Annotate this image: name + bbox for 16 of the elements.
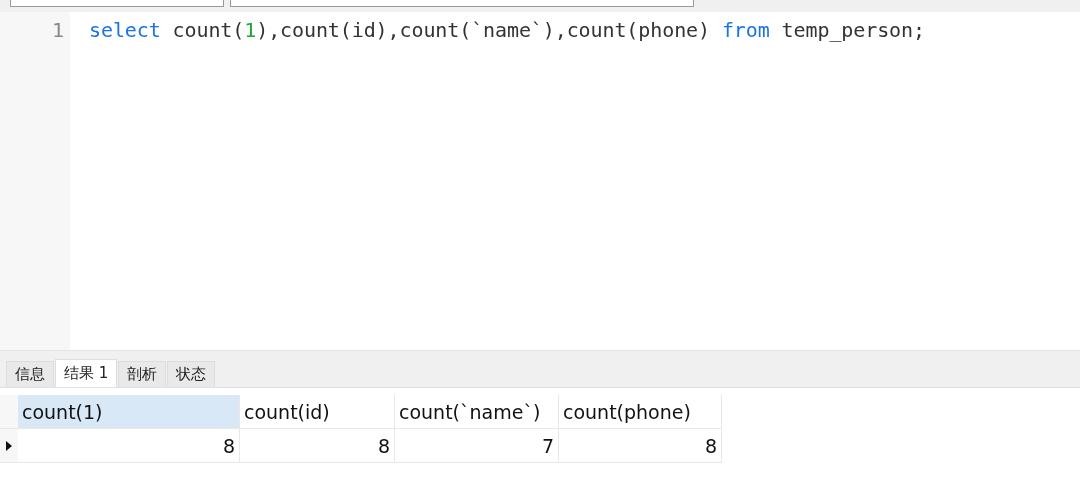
table-cell: 8 [240,429,395,463]
code-line: select count(1),count(id),count(`name`),count(phone) from temp_person; [89,18,925,42]
column-header[interactable]: count(id) [240,395,395,429]
line-number: 1 [50,18,65,42]
result-tab[interactable]: 状态 [167,361,216,387]
column-header[interactable]: count(`name`) [395,395,559,429]
column-header[interactable]: count(phone) [559,395,722,429]
toolbar-field[interactable] [10,0,224,7]
result-tab[interactable]: 信息 [6,361,54,387]
toolbar-field[interactable] [230,0,694,7]
result-tab[interactable]: 结果 1 [55,359,118,387]
table-cell: 8 [559,429,722,463]
result-tab[interactable]: 剖析 [118,361,167,387]
column-header[interactable]: count(1) [18,395,240,429]
table-cell: 7 [395,429,559,463]
table-cell: 8 [18,429,240,463]
